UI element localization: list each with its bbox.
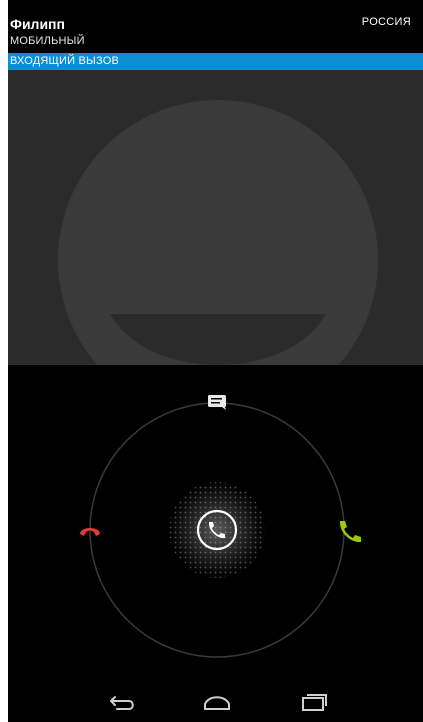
back-icon[interactable] [103, 689, 143, 717]
contact-photo-area [8, 70, 423, 365]
call-status-bar: ВХОДЯЩИЙ ВЫЗОВ [8, 53, 423, 70]
left-edge-strip [0, 0, 8, 722]
home-icon[interactable] [197, 689, 237, 717]
navigation-bar [8, 685, 423, 722]
recent-apps-icon[interactable] [293, 689, 333, 717]
incoming-call-glowpad[interactable] [8, 365, 423, 685]
message-icon[interactable] [208, 395, 226, 410]
default-contact-silhouette-icon [8, 70, 423, 365]
caller-name: Филипп [10, 16, 65, 32]
call-status-text: ВХОДЯЩИЙ ВЫЗОВ [10, 55, 120, 67]
phone-type-label: МОБИЛЬНЫЙ [10, 35, 85, 47]
caller-region: РОССИЯ [361, 16, 411, 28]
caller-header: Филипп МОБИЛЬНЫЙ РОССИЯ [8, 0, 423, 53]
